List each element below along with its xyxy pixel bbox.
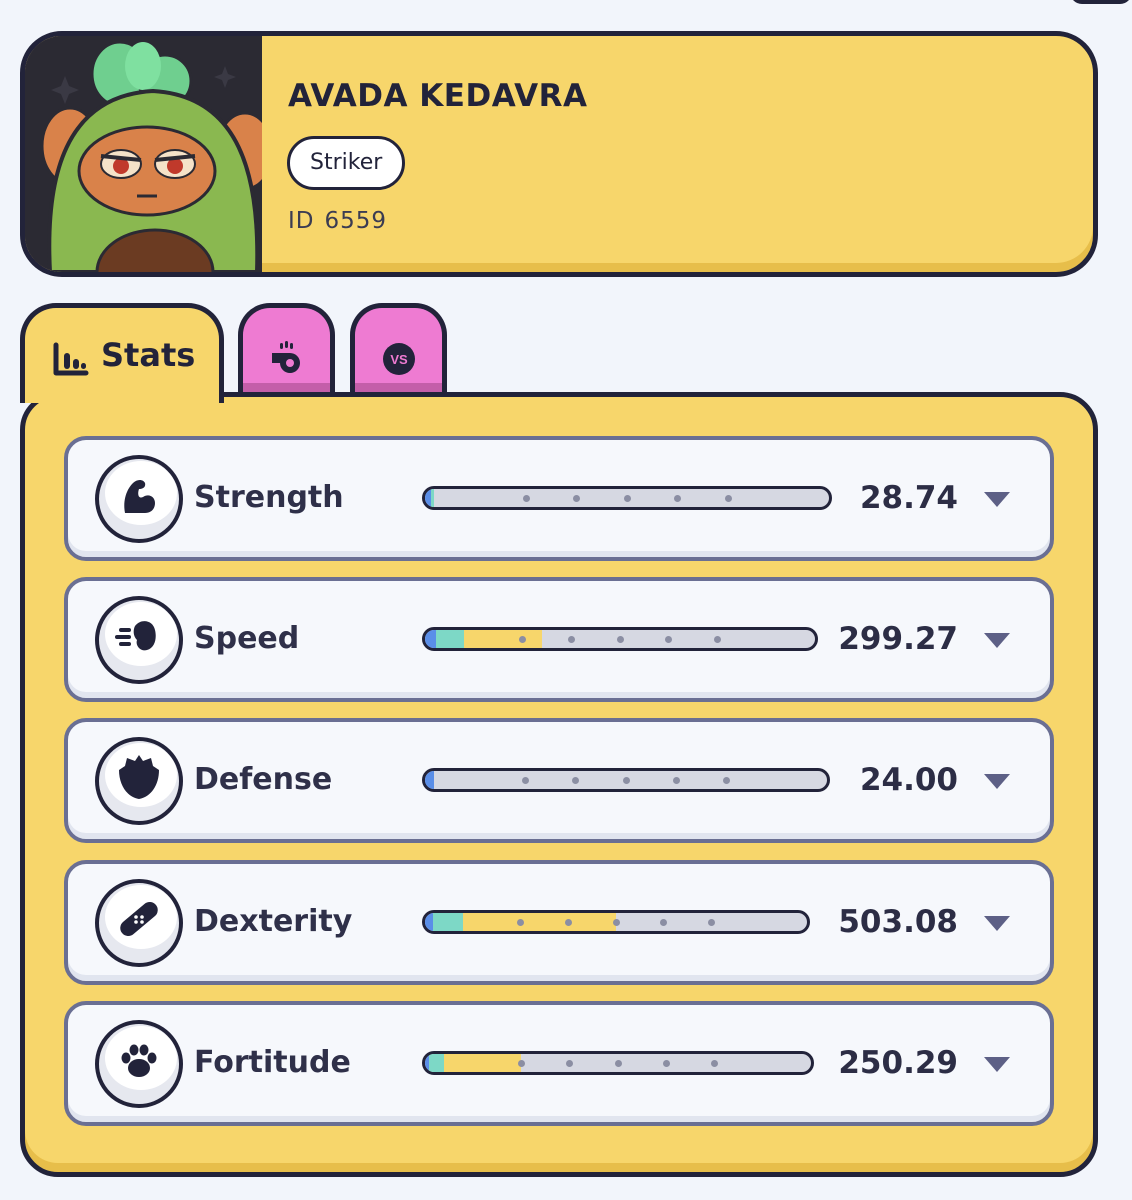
pet-name: AVADA KEDAVRA (288, 78, 588, 114)
bar-tick-dot (665, 635, 673, 643)
top-edge-button[interactable] (1070, 0, 1132, 4)
stat-bar (422, 910, 810, 934)
stat-name: Fortitude (194, 1045, 351, 1080)
bar-fill-teal (428, 1054, 445, 1072)
avocado-pet-avatar (25, 36, 262, 272)
bar-tick-dot (612, 918, 620, 926)
stat-value: 28.74 (859, 480, 958, 516)
bar-tick-dot (714, 635, 721, 643)
bar-tick-dot (564, 918, 572, 926)
bar-fill-blue (425, 771, 434, 789)
bar-tick-dot (723, 776, 730, 784)
bar-tick-dot (518, 1059, 525, 1067)
bar-fill-blue (425, 630, 436, 648)
paw-icon (95, 1020, 183, 1108)
stat-value: 250.29 (838, 1045, 958, 1081)
id-label: ID (288, 208, 315, 234)
stat-bar (422, 1051, 814, 1075)
bar-tick-dot (572, 776, 580, 784)
tab-whistle[interactable] (238, 303, 335, 397)
chevron-down-icon[interactable] (984, 916, 1010, 931)
bar-tick-dot (567, 635, 575, 643)
pet-header-card: AVADA KEDAVRA Striker ID 6559 (20, 31, 1098, 277)
whistle-icon (269, 341, 305, 377)
bar-tick-dot (660, 918, 668, 926)
chevron-down-icon[interactable] (984, 774, 1010, 789)
tab-versus[interactable]: VS (350, 303, 447, 397)
bar-fill-yellow (463, 913, 616, 931)
stat-row-strength[interactable]: Strength 28.74 (64, 436, 1054, 561)
stat-bar (422, 627, 818, 651)
stat-value: 24.00 (859, 762, 958, 798)
bar-tick-dot (522, 776, 529, 784)
bar-chart-icon (53, 342, 89, 376)
bar-tick-dot (672, 776, 680, 784)
bar-tick-dot (622, 776, 630, 784)
bar-tick-dot (711, 1059, 718, 1067)
bar-tick-dot (616, 635, 624, 643)
stat-row-dexterity[interactable]: Dexterity 503.08 (64, 860, 1054, 985)
bar-fill-blue (425, 913, 434, 931)
bar-fill-teal (435, 630, 464, 648)
bar-tick-dot (517, 918, 524, 926)
bandage-icon (95, 879, 183, 967)
chevron-down-icon[interactable] (984, 1057, 1010, 1072)
pet-id: ID 6559 (288, 208, 387, 234)
stat-name: Dexterity (194, 904, 353, 939)
stat-row-speed[interactable]: Speed 299.27 (64, 577, 1054, 702)
tab-stats-label: Stats (101, 336, 196, 374)
bar-tick-dot (566, 1059, 574, 1067)
versus-icon: VS (381, 341, 417, 377)
bar-tick-dot (614, 1059, 622, 1067)
bar-tick-dot (519, 635, 526, 643)
stat-name: Strength (194, 480, 344, 515)
bar-fill-yellow (444, 1054, 522, 1072)
bar-tick-dot (623, 494, 631, 502)
bar-fill-teal (431, 489, 434, 507)
stat-bar (422, 768, 830, 792)
stat-row-defense[interactable]: Defense 24.00 (64, 718, 1054, 843)
chevron-down-icon[interactable] (984, 633, 1010, 648)
bar-tick-dot (662, 1059, 670, 1067)
bar-fill-teal (433, 913, 464, 931)
stat-value: 299.27 (838, 621, 958, 657)
bar-tick-dot (674, 494, 681, 502)
stat-bar (422, 486, 832, 510)
stat-name: Defense (194, 762, 333, 797)
stat-value: 503.08 (838, 904, 958, 940)
speeding-fist-icon (95, 596, 183, 684)
chevron-down-icon[interactable] (984, 492, 1010, 507)
bar-fill-yellow (464, 630, 542, 648)
bar-tick-dot (708, 918, 715, 926)
avatar-image (25, 36, 262, 272)
stat-row-fortitude[interactable]: Fortitude 250.29 (64, 1001, 1054, 1126)
bar-tick-dot (522, 494, 530, 502)
bar-tick-dot (724, 494, 732, 502)
versus-icon-text: VS (390, 352, 408, 367)
role-badge: Striker (287, 136, 406, 190)
flexed-arm-icon (95, 455, 183, 543)
stat-name: Speed (194, 621, 300, 656)
bar-tick-dot (573, 494, 580, 502)
id-value: 6559 (324, 208, 388, 234)
tab-stats[interactable]: Stats (20, 303, 224, 403)
shield-icon (95, 737, 183, 825)
